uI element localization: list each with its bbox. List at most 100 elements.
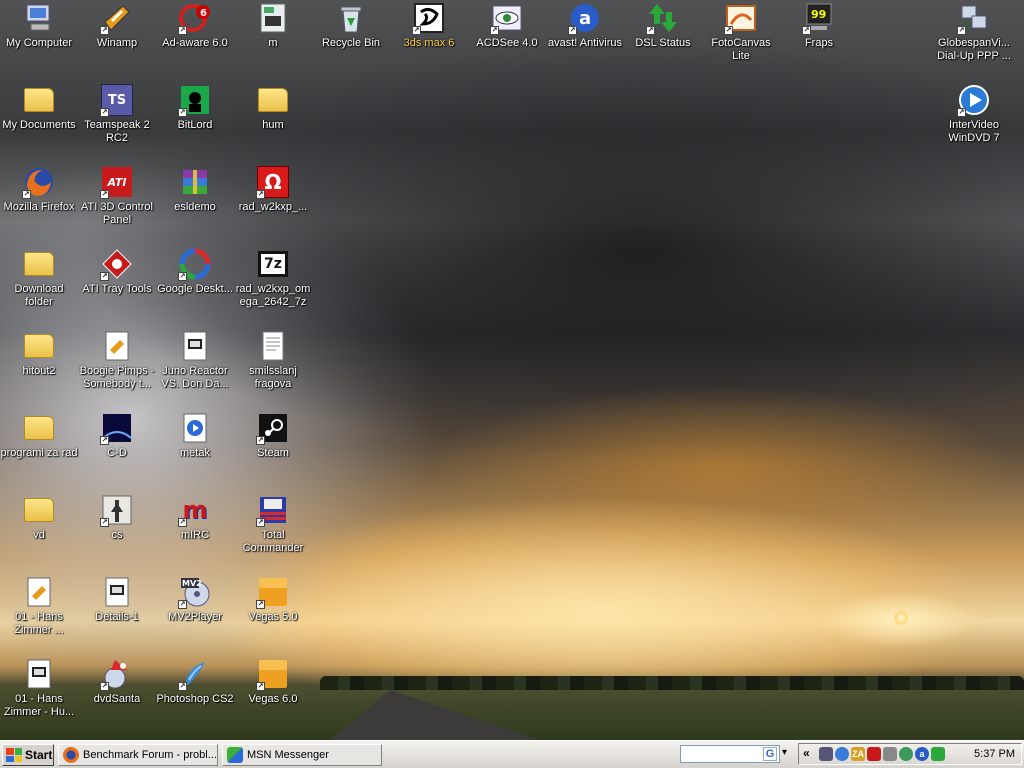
desktop-icon-hitout2[interactable]: hitout2 [0, 330, 78, 378]
desktop-icon-total-commander[interactable]: ↗ Total Commander [234, 494, 312, 555]
vegas-icon: ↗ [256, 576, 289, 609]
teamspeak-icon: TS ↗ [100, 84, 133, 117]
shortcut-arrow-icon: ↗ [100, 436, 109, 445]
shortcut-arrow-icon: ↗ [256, 682, 265, 691]
task-button-msn-messenger[interactable]: MSN Messenger [222, 744, 382, 766]
shortcut-arrow-icon: ↗ [256, 436, 265, 445]
network-tray-icon[interactable] [819, 747, 833, 761]
audio-file-icon [23, 576, 55, 608]
folder-icon [23, 248, 55, 280]
cd-icon: ↗ [100, 412, 133, 445]
document-icon [257, 2, 289, 34]
desktop-icon-c-d[interactable]: ↗ C-D [78, 412, 156, 460]
dvdsanta-icon: ↗ [100, 658, 133, 691]
desktop-icon-cs[interactable]: ↗ cs [78, 494, 156, 542]
zonealarm-tray-icon[interactable]: ZA [851, 747, 865, 761]
desktop-icon-download-folder[interactable]: Download folder [0, 248, 78, 309]
search-input[interactable]: G [680, 745, 780, 763]
steam-icon: ↗ [256, 412, 289, 445]
task-button-benchmark-forum[interactable]: Benchmark Forum - probl... [58, 744, 218, 766]
media-file-icon [101, 576, 133, 608]
bitlord-icon: ↗ [178, 84, 211, 117]
dsl-tray-icon[interactable] [931, 747, 945, 761]
desktop-icon-smilsslanj[interactable]: smilsslanj fragova [234, 330, 312, 391]
wallpaper-road [330, 690, 540, 740]
desktop-icon-recycle-bin[interactable]: Recycle Bin [312, 2, 390, 50]
desktop-icon-rad-omega[interactable]: Ω ↗ rad_w2kxp_... [234, 166, 312, 214]
search-options-dropdown-icon[interactable]: ▾ [782, 747, 787, 758]
shortcut-arrow-icon: ↗ [412, 26, 421, 35]
desktop-icon-ad-aware[interactable]: 6 ↗ Ad-aware 6.0 [156, 2, 234, 50]
shortcut-arrow-icon: ↗ [957, 26, 966, 35]
ati-tray-icon: ↗ [100, 248, 133, 281]
desktop-icon-esldemo[interactable]: esldemo [156, 166, 234, 214]
ati-tray-icon[interactable] [867, 747, 881, 761]
task-label: Benchmark Forum - probl... [83, 749, 217, 761]
desktop-icon-my-documents[interactable]: My Documents [0, 84, 78, 132]
desktop-icon-ati-tray-tools[interactable]: ↗ ATI Tray Tools [78, 248, 156, 296]
desktop-icon-vegas-6[interactable]: ↗ Vegas 6.0 [234, 658, 312, 706]
desktop-icon-acdsee[interactable]: ↗ ACDSee 4.0 [468, 2, 546, 50]
desktop-icon-dsl-status[interactable]: ↗ DSL Status [624, 2, 702, 50]
desktop-icon-hans-zimmer-2[interactable]: 01 - Hans Zimmer - Hu... [0, 658, 78, 719]
desktop-icon-windvd[interactable]: ↗ InterVideo WinDVD 7 [935, 84, 1013, 145]
desktop-icon-vegas-5[interactable]: ↗ Vegas 5.0 [234, 576, 312, 624]
folder-icon [23, 330, 55, 362]
google-search-button[interactable]: G [763, 747, 777, 761]
desktop-icon-teamspeak[interactable]: TS ↗ Teamspeak 2 RC2 [78, 84, 156, 145]
desktop-icon-google-desktop[interactable]: ↗ Google Deskt... [156, 248, 234, 296]
avast-icon: a ↗ [568, 2, 601, 35]
desktop-icon-avast[interactable]: a ↗ avast! Antivirus [546, 2, 624, 50]
shortcut-arrow-icon: ↗ [22, 190, 31, 199]
avast-tray-icon[interactable]: a [915, 747, 929, 761]
my-computer-icon [23, 2, 55, 34]
desktop-icon-winamp[interactable]: ↗ Winamp [78, 2, 156, 50]
desktop-icon-steam[interactable]: ↗ Steam [234, 412, 312, 460]
start-button[interactable]: Start [2, 744, 54, 766]
desktop-icon-metak[interactable]: metak [156, 412, 234, 460]
ad-aware-icon: 6 ↗ [178, 2, 211, 35]
desktop-icon-7z[interactable]: 7z rad_w2kxp_omega_2642_7z [234, 248, 312, 309]
desktop-icon-ati-3d[interactable]: ATI ↗ ATI 3D Control Panel [78, 166, 156, 227]
recycle-bin-icon [335, 2, 367, 34]
msn-tray-icon[interactable] [899, 747, 913, 761]
shortcut-arrow-icon: ↗ [178, 518, 187, 527]
desktop-icon-programi-za-rad[interactable]: programi za rad [0, 412, 78, 460]
desktop-icon-photoshop-cs2[interactable]: ↗ Photoshop CS2 [156, 658, 234, 706]
desktop-icon-mirc[interactable]: m ↗ mIRC [156, 494, 234, 542]
firefox-icon [63, 747, 79, 763]
desktop-icon-hum[interactable]: hum [234, 84, 312, 132]
svg-text:99: 99 [811, 8, 826, 21]
shortcut-arrow-icon: ↗ [490, 26, 499, 35]
desktop-icon-globespan[interactable]: ↗ GlobespanVi... Dial-Up PPP ... [935, 2, 1013, 63]
desktop-icon-3ds-max[interactable]: ↗ 3ds max 6 [390, 2, 468, 50]
volume-tray-icon[interactable] [883, 747, 897, 761]
shortcut-arrow-icon: ↗ [100, 682, 109, 691]
shortcut-arrow-icon: ↗ [256, 600, 265, 609]
firefox-tray-icon[interactable] [835, 747, 849, 761]
desktop-icon-juno-reactor[interactable]: Juno Reactor VS. Don Da... [156, 330, 234, 391]
desktop-icon-bitlord[interactable]: ↗ BitLord [156, 84, 234, 132]
desktop-icon-hans-zimmer-1[interactable]: 01 - Hans Zimmer ... [0, 576, 78, 637]
archive-icon [179, 166, 211, 198]
desktop-icon-my-computer[interactable]: My Computer [0, 2, 78, 50]
clock[interactable]: 5:37 PM [974, 748, 1015, 760]
desktop-icon-dvdsanta[interactable]: ↗ dvdSanta [78, 658, 156, 706]
tray-expand-button[interactable]: « [803, 746, 810, 760]
desktop-icon-boogie-pimps[interactable]: Boogie Pimps - Somebody t... [78, 330, 156, 391]
ati-icon: ATI ↗ [100, 166, 133, 199]
desktop-icon-fotocanvas[interactable]: ↗ FotoCanvas Lite [702, 2, 780, 63]
desktop-icon-fraps[interactable]: 99 ↗ Fraps [780, 2, 858, 50]
google-desktop-icon: ↗ [178, 248, 211, 281]
text-file-icon [257, 330, 289, 362]
desktop-icon-mv2player[interactable]: MV2 ↗ MV2Player [156, 576, 234, 624]
desktop-icon-details-1[interactable]: Details-1 [78, 576, 156, 624]
desktop-icon-vd[interactable]: vd [0, 494, 78, 542]
shortcut-arrow-icon: ↗ [100, 108, 109, 117]
shortcut-arrow-icon: ↗ [100, 26, 109, 35]
shortcut-arrow-icon: ↗ [100, 190, 109, 199]
shortcut-arrow-icon: ↗ [178, 108, 187, 117]
desktop-icon-m[interactable]: m [234, 2, 312, 50]
desktop-icon-firefox[interactable]: ↗ Mozilla Firefox [0, 166, 78, 214]
audio-file-icon [101, 330, 133, 362]
